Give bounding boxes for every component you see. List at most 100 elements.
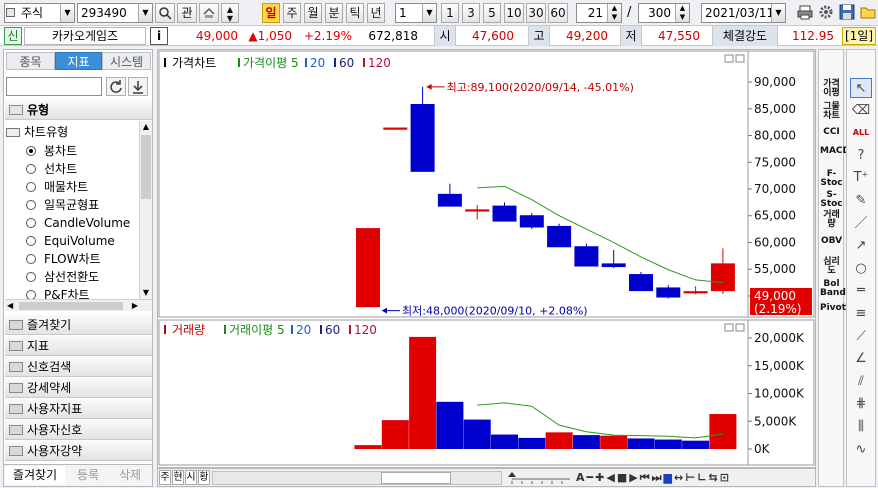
font-size-icon[interactable]: A	[576, 471, 587, 484]
indicator-tool-button[interactable]: CCI	[820, 128, 843, 137]
first-icon[interactable]: ⏮	[640, 471, 652, 484]
period-week-button[interactable]: 주	[283, 3, 301, 23]
fan-icon[interactable]: ⟋	[850, 327, 872, 347]
radio-icon[interactable]	[26, 218, 36, 228]
section-item[interactable]: 사용자강약	[5, 441, 152, 461]
indicator-tool-button[interactable]: 그물차트	[820, 103, 843, 121]
chart-canvas[interactable]: 90,000 85,000 80,000 75,000 70,000 65,000 60,0…	[158, 50, 815, 467]
count-stepper[interactable]: 21 ▲ ▼	[576, 3, 622, 23]
fibonacci-icon[interactable]: ≡	[850, 304, 872, 324]
wave-icon[interactable]: ∿	[850, 440, 872, 460]
total-stepper[interactable]: 300 ▲ ▼	[638, 3, 690, 23]
unit-10-button[interactable]: 10	[504, 3, 524, 23]
section-item[interactable]: 사용자지표	[5, 399, 152, 419]
gann-icon[interactable]: ⋕	[850, 394, 872, 414]
tree-scrollbar[interactable]: ▲ ▼	[139, 121, 152, 299]
settings-button[interactable]	[818, 4, 835, 21]
section-item[interactable]: 강세약세	[5, 378, 152, 398]
section-item[interactable]: 사용자신호	[5, 420, 152, 440]
candle-toggle-icon[interactable]: ▆	[664, 471, 674, 484]
indicator-tool-button[interactable]: 가격이평	[820, 80, 843, 98]
zoom-slider[interactable]	[506, 471, 576, 485]
text-icon[interactable]: T⁺	[850, 168, 872, 188]
grid-lines-icon[interactable]: ⫼	[850, 417, 872, 437]
unit-select[interactable]: 1 ▼	[395, 3, 437, 23]
code-input[interactable]: 293490 ▼	[77, 3, 153, 23]
all-delete-icon[interactable]: ALL	[850, 123, 872, 143]
unit-3-button[interactable]: 3	[462, 3, 480, 23]
sync-button[interactable]	[199, 3, 219, 23]
period-tick-button[interactable]: 틱	[346, 3, 364, 23]
indicator-tool-button[interactable]: F-Stoc	[820, 170, 843, 188]
chart-type-item[interactable]: EquiVolume	[26, 232, 115, 250]
download-button[interactable]	[128, 77, 148, 96]
tab-indicator[interactable]: 지표	[55, 52, 102, 70]
register-button[interactable]: 등록	[68, 466, 108, 485]
indicator-tool-button[interactable]: MACD	[820, 147, 850, 156]
stop-icon[interactable]: ■	[617, 471, 629, 484]
chart-type-item[interactable]: 일목균형표	[26, 196, 99, 214]
radio-icon[interactable]	[26, 164, 36, 174]
chart-type-item[interactable]: 봉차트	[26, 142, 77, 160]
search-button[interactable]	[155, 3, 175, 23]
indicator-search-input[interactable]	[6, 77, 102, 96]
help-icon[interactable]: ?	[850, 146, 872, 166]
open-button[interactable]	[860, 4, 877, 21]
market-select[interactable]: 주식 ▼	[4, 3, 75, 23]
ruler-icon[interactable]: ∟	[697, 471, 708, 484]
period-minute-button[interactable]: 분	[325, 3, 343, 23]
parallel-icon[interactable]: ⫽	[850, 372, 872, 392]
radio-icon[interactable]	[26, 200, 36, 210]
chart-nav-controls[interactable]: A━✚◀■▶⏮⏭▆↔⊢∟⇆⊡	[576, 469, 731, 486]
chart-type-item[interactable]: 매물차트	[26, 178, 88, 196]
chart-type-item[interactable]: P&F차트	[26, 286, 90, 299]
radio-icon[interactable]	[26, 254, 36, 264]
bottom-btn-week[interactable]: 주	[159, 470, 171, 485]
bottom-btn-status[interactable]: 황	[198, 470, 210, 485]
line-icon[interactable]: ／	[850, 214, 872, 234]
scrollbar-thumb[interactable]	[141, 135, 151, 199]
chart-area[interactable]: 90,000 85,000 80,000 75,000 70,000 65,000 60,0…	[157, 49, 816, 468]
chart-scroll-thumb[interactable]	[381, 472, 451, 484]
fit-icon[interactable]: ↔	[674, 471, 685, 484]
chart-type-item[interactable]: 선차트	[26, 160, 77, 178]
expand-icon[interactable]: ⊡	[720, 471, 731, 484]
indicator-tool-button[interactable]: Pivot	[820, 304, 846, 313]
eraser-icon[interactable]: ⌫	[850, 101, 872, 121]
pointer-icon[interactable]: ↖	[850, 78, 872, 98]
radio-icon[interactable]	[26, 182, 36, 192]
indicator-tool-button[interactable]: 거래량	[820, 211, 843, 229]
trend-line-icon[interactable]: ↗	[850, 236, 872, 256]
chart-type-item[interactable]: CandleVolume	[26, 214, 130, 232]
tab-stock[interactable]: 종목	[6, 52, 55, 70]
section-item[interactable]: 지표	[5, 336, 152, 356]
radio-icon[interactable]	[26, 146, 36, 156]
horizontal-line-icon[interactable]: ═	[850, 281, 872, 301]
radio-icon[interactable]	[26, 236, 36, 246]
bottom-btn-market[interactable]: 시	[185, 470, 197, 485]
section-item[interactable]: 즐겨찾기	[5, 315, 152, 335]
unit-30-button[interactable]: 30	[526, 3, 546, 23]
period-month-button[interactable]: 월	[304, 3, 322, 23]
save-button[interactable]	[839, 4, 856, 21]
restore-icon[interactable]: ⇆	[708, 471, 719, 484]
last-icon[interactable]: ⏭	[652, 471, 664, 484]
section-type[interactable]: 유형	[5, 100, 152, 120]
tree-root[interactable]: 차트유형	[6, 123, 68, 141]
stock-info-button[interactable]: i	[150, 27, 168, 45]
chart-scrollbar[interactable]	[212, 471, 502, 485]
chart-type-item[interactable]: 삼선전환도	[26, 268, 99, 286]
pen-icon[interactable]: ✎	[850, 191, 872, 211]
align-icon[interactable]: ⊢	[685, 471, 697, 484]
prev-icon[interactable]: ◀	[606, 471, 616, 484]
period-day-button[interactable]: 일	[262, 3, 280, 23]
tab-system[interactable]: 시스템	[102, 52, 151, 70]
stepper-button[interactable]: ▲ ▼	[221, 3, 239, 23]
refresh-button[interactable]	[106, 77, 126, 96]
indicator-tool-button[interactable]: OBV	[820, 237, 843, 246]
indicator-tool-button[interactable]: 심리도	[820, 258, 843, 276]
circle-icon[interactable]: ○	[850, 259, 872, 279]
date-picker[interactable]: 2021/03/11 ▼	[701, 3, 786, 23]
indicator-tool-button[interactable]: Bol Band	[820, 280, 846, 298]
print-button[interactable]	[797, 4, 814, 21]
